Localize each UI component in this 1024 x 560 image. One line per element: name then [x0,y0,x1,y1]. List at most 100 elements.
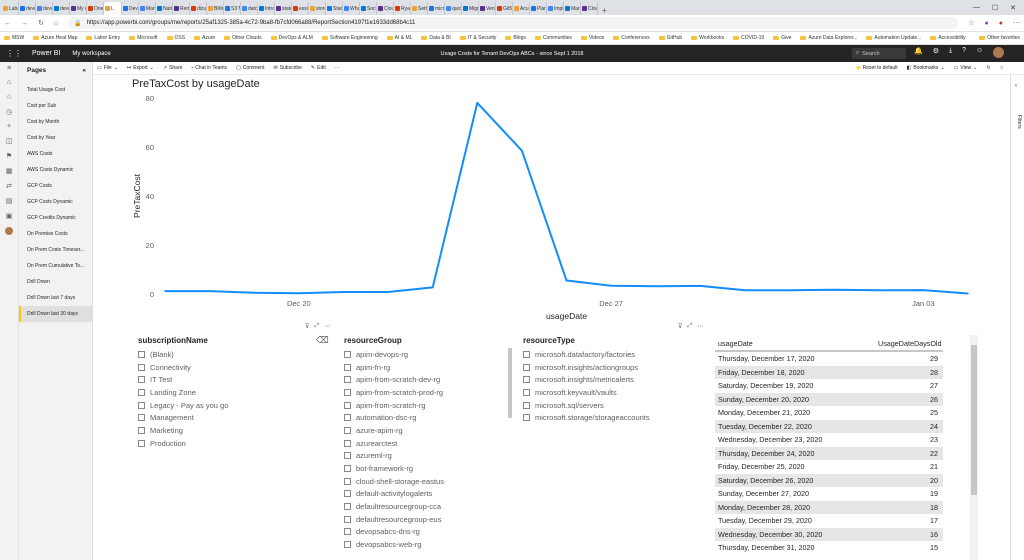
slicer-item[interactable]: azureml-rg [344,450,444,463]
checkbox[interactable] [344,452,351,460]
checkbox[interactable] [344,439,351,447]
slicer-item[interactable]: Landing Zone [138,386,228,399]
browser-tab[interactable]: dizur [190,2,207,15]
more-options-icon[interactable]: ⋯ [324,323,330,330]
help-icon[interactable]: ? [962,47,966,58]
refresh-icon[interactable]: ↻ [38,19,44,27]
browser-tab[interactable]: Clou [581,2,598,15]
bookmark-item[interactable]: Azure Heat Map [33,35,77,41]
slicer-item[interactable]: defaultresourcegroup-eus [344,513,444,526]
browser-tab[interactable]: Plan [530,2,547,15]
app-launcher-icon[interactable]: ⋮⋮ [6,49,22,58]
filters-label[interactable]: Filters [1016,115,1022,129]
my-workspace-avatar[interactable] [5,227,13,235]
bookmark-item[interactable]: OSS [166,35,185,41]
browser-tab[interactable]: Mark [139,2,156,15]
browser-tab[interactable]: micr [428,2,445,15]
usage-date-table[interactable]: usageDate UsageDateDaysOld Thursday, Dec… [715,337,943,555]
slicer-item[interactable]: apim-from-scratch-prod-rg [344,386,444,399]
share-button[interactable]: ↗ Share [163,65,183,71]
table-row[interactable]: Saturday, December 26, 2020 20 [715,473,943,487]
bookmark-item[interactable]: Videos [581,35,604,41]
browser-tab[interactable]: essin [292,2,309,15]
browser-tab[interactable]: Intro [258,2,275,15]
browser-tab[interactable]: DevC [122,2,139,15]
browser-tab[interactable]: Impl [547,2,564,15]
slicer-item[interactable]: Connectivity [138,361,228,374]
collapse-pages-icon[interactable]: « [82,67,86,74]
checkbox[interactable] [523,376,530,384]
refresh-visuals-icon[interactable]: ↻ [986,65,990,71]
checkbox[interactable] [523,350,530,358]
table-row[interactable]: Friday, December 18, 2020 28 [715,365,943,379]
workspaces-nav-icon[interactable]: ▣ [6,212,13,220]
browser-tab[interactable]: Nati [156,2,173,15]
home-nav-icon[interactable]: ⌂ [7,79,11,86]
new-tab-icon[interactable]: + [598,6,611,15]
expand-filters-icon[interactable]: ‹ [1015,83,1017,89]
bookmark-item[interactable]: DevOps & ALM [270,35,313,41]
page-item[interactable]: On Premise Costs [19,226,92,242]
slicer-item[interactable]: cloud-shell-storage-eastus [344,475,444,488]
powerbi-brand[interactable]: Power BI [32,50,60,57]
browser-tab[interactable]: Git5 [496,2,513,15]
column-header-daysold[interactable]: UsageDateDaysOld [878,339,942,348]
slicer-item[interactable]: apim-from-scratch-dev-rg [344,373,444,386]
checkbox[interactable] [344,350,351,358]
page-item[interactable]: Cost by Month [19,114,92,130]
browser-tab[interactable]: One [87,2,104,15]
table-row[interactable]: Wednesday, December 30, 2020 16 [715,527,943,541]
bookmarks-menu[interactable]: ◧ Bookmarks ⌄ [907,65,945,71]
workspace-link[interactable]: My workspace [72,51,110,57]
page-item[interactable]: AWS Costs Dynamic [19,162,92,178]
slicer-item[interactable]: microsoft.insights/actiongroups [523,361,650,374]
view-menu[interactable]: ▭ View ⌄ [954,65,978,71]
table-row[interactable]: Thursday, December 31, 2020 15 [715,541,943,555]
search-input[interactable]: ⌕ Search [852,48,906,59]
slicer-item[interactable]: IT Test [138,373,228,386]
checkbox[interactable] [344,541,351,549]
checkbox[interactable] [344,414,351,422]
checkbox[interactable] [344,503,351,511]
page-item[interactable]: GCP Costs [19,178,92,194]
other-favorites[interactable]: Other favorites [979,35,1020,41]
slicer-item[interactable]: default-activitylogalerts [344,488,444,501]
checkbox[interactable] [344,376,351,384]
table-row[interactable]: Wednesday, December 23, 2020 23 [715,433,943,447]
bookmark-item[interactable]: Other Clouds [224,35,262,41]
extension-icon[interactable]: ● [985,20,989,27]
browser-tab[interactable]: Mark [564,2,581,15]
slicer-item[interactable]: microsoft.datafactory/factories [523,348,650,361]
table-row[interactable]: Tuesday, December 29, 2020 17 [715,514,943,528]
learn-nav-icon[interactable]: ▤ [6,197,13,205]
slicer-item[interactable]: Production [138,437,228,450]
bookmark-item[interactable]: Blogs [505,35,526,41]
close-icon[interactable]: ✕ [1010,4,1016,12]
checkbox[interactable] [523,414,530,422]
home-icon[interactable]: ⌂ [54,20,58,27]
browser-tab[interactable]: Clou [377,2,394,15]
page-item[interactable]: Drill Down [19,274,92,290]
favorite-star-icon[interactable]: ☆ [968,19,974,27]
filter-icon[interactable]: ⊽ [305,323,309,330]
checkbox[interactable] [344,465,351,473]
slicer-item[interactable]: automation-dsc-rg [344,411,444,424]
checkbox[interactable] [523,388,530,396]
filter-icon[interactable]: ⊽ [678,323,682,330]
download-icon[interactable]: ⤓ [949,47,952,58]
bookmark-item[interactable]: Workbooks [691,35,724,41]
table-row[interactable]: Monday, December 28, 2020 18 [715,500,943,514]
browser-tab[interactable]: L [104,2,122,15]
bookmark-item[interactable]: Azure Data Explorer... [800,35,857,41]
scrollbar-thumb[interactable] [971,345,977,495]
checkbox[interactable] [344,426,351,434]
page-item[interactable]: On Prem Costs Timeser... [19,242,92,258]
more-options-icon[interactable]: ⋯ [697,323,703,330]
page-item[interactable]: On Prem Cumulative To... [19,258,92,274]
forward-icon[interactable]: → [21,20,28,27]
browser-tab[interactable]: Migr [462,2,479,15]
browser-tab[interactable]: Rem [173,2,190,15]
bookmark-item[interactable]: AI & ML [386,35,412,41]
slicer-item[interactable]: microsoft.insights/metricalerts [523,373,650,386]
table-row[interactable]: Monday, December 21, 2020 25 [715,406,943,420]
